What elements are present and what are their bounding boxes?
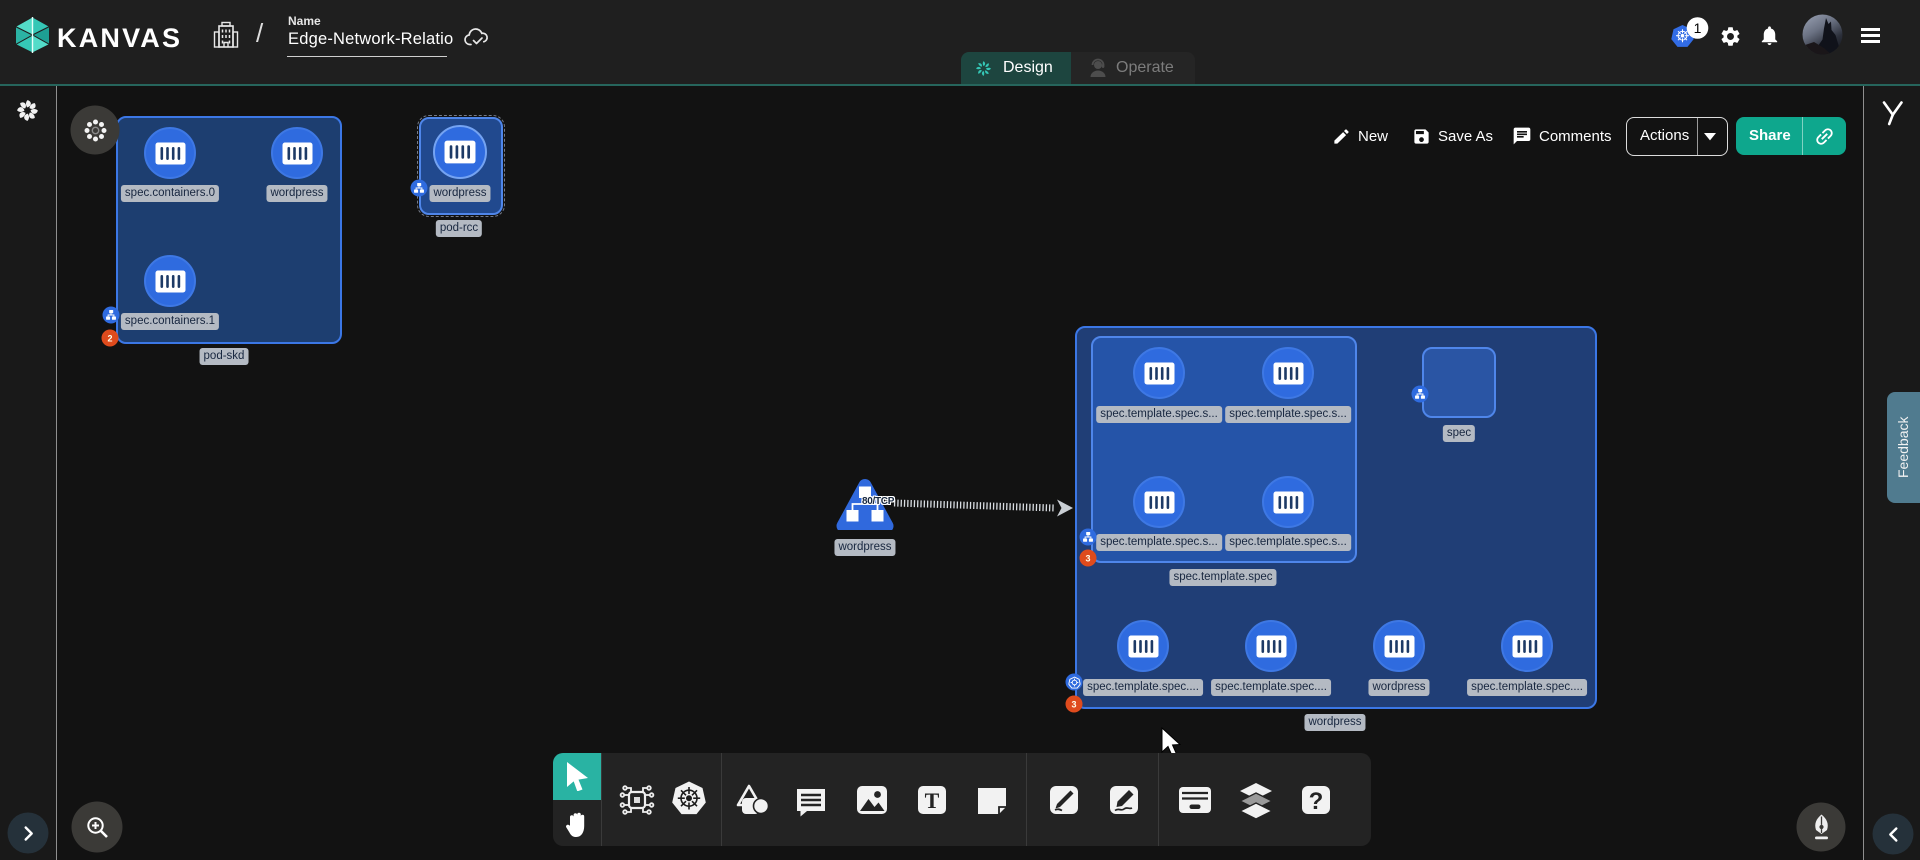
svg-text:?: ?: [1309, 788, 1324, 815]
svg-text:T: T: [925, 788, 940, 813]
svg-text:1: 1: [1694, 20, 1702, 36]
